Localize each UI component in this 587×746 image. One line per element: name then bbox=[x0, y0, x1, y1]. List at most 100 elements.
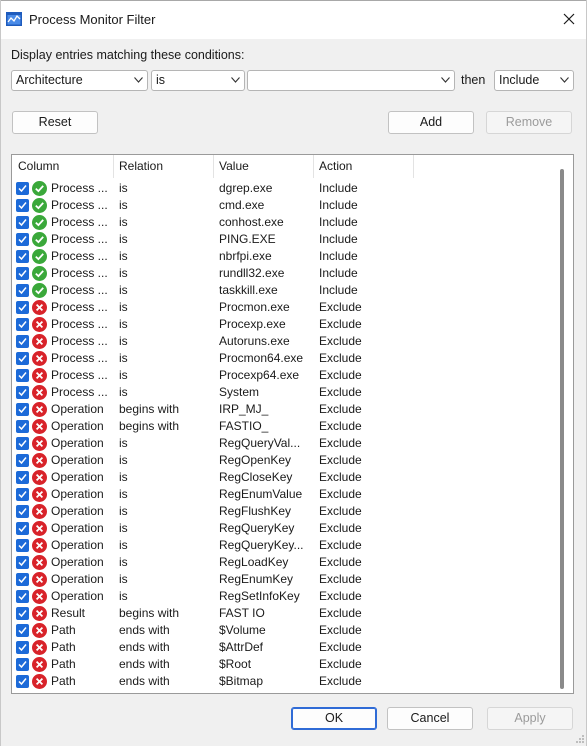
row-checkbox[interactable] bbox=[16, 250, 29, 263]
filter-row[interactable]: Process ... is PING.EXE Include bbox=[12, 231, 557, 248]
row-checkbox[interactable] bbox=[16, 641, 29, 654]
vertical-scrollbar[interactable] bbox=[560, 169, 565, 691]
row-value-cell: PING.EXE bbox=[219, 232, 276, 246]
filter-row[interactable]: Operation is RegQueryKey... Exclude bbox=[12, 537, 557, 554]
row-checkbox[interactable] bbox=[16, 386, 29, 399]
filter-row[interactable]: Process ... is taskkill.exe Include bbox=[12, 282, 557, 299]
filter-row[interactable]: Operation is RegEnumValue Exclude bbox=[12, 486, 557, 503]
filter-row[interactable]: Process ... is Procmon64.exe Exclude bbox=[12, 350, 557, 367]
filter-row[interactable]: Process ... is Procexp.exe Exclude bbox=[12, 316, 557, 333]
row-action-cell: Exclude bbox=[319, 351, 362, 365]
filter-row[interactable]: Process ... is Procmon.exe Exclude bbox=[12, 299, 557, 316]
filter-row[interactable]: Operation is RegQueryKey Exclude bbox=[12, 520, 557, 537]
row-checkbox[interactable] bbox=[16, 624, 29, 637]
row-column-cell: Operation bbox=[51, 521, 104, 535]
row-checkbox[interactable] bbox=[16, 318, 29, 331]
row-value-cell: $Root bbox=[219, 657, 252, 671]
row-column-cell: Process ... bbox=[51, 368, 108, 382]
filter-row[interactable]: Process ... is System Exclude bbox=[12, 384, 557, 401]
cancel-button[interactable]: Cancel bbox=[387, 707, 473, 730]
remove-button[interactable]: Remove bbox=[486, 111, 572, 134]
action-select[interactable]: Include bbox=[494, 70, 574, 91]
value-combobox[interactable] bbox=[247, 70, 455, 91]
row-checkbox[interactable] bbox=[16, 284, 29, 297]
filter-row[interactable]: Process ... is rundll32.exe Include bbox=[12, 265, 557, 282]
row-checkbox[interactable] bbox=[16, 471, 29, 484]
row-checkbox[interactable] bbox=[16, 488, 29, 501]
filter-row[interactable]: Operation is RegLoadKey Exclude bbox=[12, 554, 557, 571]
filter-row[interactable]: Process ... is cmd.exe Include bbox=[12, 197, 557, 214]
reset-button[interactable]: Reset bbox=[12, 111, 98, 134]
filter-row[interactable]: Operation is RegCloseKey Exclude bbox=[12, 469, 557, 486]
ok-button[interactable]: OK bbox=[291, 707, 377, 730]
header-value[interactable]: Value bbox=[213, 155, 313, 178]
header-relation[interactable]: Relation bbox=[113, 155, 213, 178]
filter-row[interactable]: Operation is RegFlushKey Exclude bbox=[12, 503, 557, 520]
row-relation-cell: begins with bbox=[119, 606, 180, 620]
row-relation-cell: is bbox=[119, 436, 128, 450]
row-checkbox[interactable] bbox=[16, 539, 29, 552]
row-checkbox[interactable] bbox=[16, 522, 29, 535]
header-action[interactable]: Action bbox=[313, 155, 413, 178]
filter-list[interactable]: Column Relation Value Action Process ...… bbox=[11, 154, 574, 694]
filter-row[interactable]: Path ends with $Volume Exclude bbox=[12, 622, 557, 639]
row-value-cell: RegLoadKey bbox=[219, 555, 289, 569]
row-checkbox[interactable] bbox=[16, 590, 29, 603]
filter-row[interactable]: Path ends with $Bitmap Exclude bbox=[12, 673, 557, 690]
filter-row[interactable]: Process ... is conhost.exe Include bbox=[12, 214, 557, 231]
filter-row[interactable]: Process ... is nbrfpi.exe Include bbox=[12, 248, 557, 265]
filter-row[interactable]: Operation is RegEnumKey Exclude bbox=[12, 571, 557, 588]
filter-row[interactable]: Operation begins with FASTIO_ Exclude bbox=[12, 418, 557, 435]
row-column-cell: Process ... bbox=[51, 198, 108, 212]
filter-row[interactable]: Path ends with $AttrDef Exclude bbox=[12, 639, 557, 656]
row-checkbox[interactable] bbox=[16, 352, 29, 365]
filter-row[interactable]: Process ... is Procexp64.exe Exclude bbox=[12, 367, 557, 384]
relation-select[interactable]: is bbox=[151, 70, 245, 91]
resize-grip-icon[interactable] bbox=[575, 734, 585, 744]
row-checkbox[interactable] bbox=[16, 301, 29, 314]
row-checkbox[interactable] bbox=[16, 454, 29, 467]
row-checkbox[interactable] bbox=[16, 335, 29, 348]
row-checkbox[interactable] bbox=[16, 199, 29, 212]
close-button[interactable] bbox=[557, 7, 581, 31]
checkmark-icon bbox=[18, 372, 27, 380]
row-checkbox[interactable] bbox=[16, 556, 29, 569]
row-checkbox[interactable] bbox=[16, 403, 29, 416]
filter-row[interactable]: Operation is RegSetInfoKey Exclude bbox=[12, 588, 557, 605]
row-column-cell: Operation bbox=[51, 504, 104, 518]
row-relation-cell: is bbox=[119, 572, 128, 586]
row-checkbox[interactable] bbox=[16, 420, 29, 433]
conditions-caption: Display entries matching these condition… bbox=[11, 48, 245, 62]
column-select[interactable]: Architecture bbox=[11, 70, 148, 91]
row-checkbox[interactable] bbox=[16, 233, 29, 246]
filter-row[interactable]: Result begins with FAST IO Exclude bbox=[12, 605, 557, 622]
row-checkbox[interactable] bbox=[16, 573, 29, 586]
row-checkbox[interactable] bbox=[16, 437, 29, 450]
filter-row[interactable]: Operation begins with IRP_MJ_ Exclude bbox=[12, 401, 557, 418]
header-column[interactable]: Column bbox=[12, 155, 113, 178]
filter-row[interactable]: Operation is RegOpenKey Exclude bbox=[12, 452, 557, 469]
row-checkbox[interactable] bbox=[16, 267, 29, 280]
add-button[interactable]: Add bbox=[388, 111, 474, 134]
row-checkbox[interactable] bbox=[16, 369, 29, 382]
filter-row[interactable]: Process ... is Autoruns.exe Exclude bbox=[12, 333, 557, 350]
apply-button[interactable]: Apply bbox=[487, 707, 573, 730]
filter-row[interactable]: Operation is RegQueryVal... Exclude bbox=[12, 435, 557, 452]
scrollbar-thumb[interactable] bbox=[560, 169, 564, 689]
row-relation-cell: is bbox=[119, 351, 128, 365]
row-relation-cell: ends with bbox=[119, 623, 170, 637]
row-checkbox[interactable] bbox=[16, 658, 29, 671]
row-checkbox[interactable] bbox=[16, 607, 29, 620]
row-relation-cell: ends with bbox=[119, 640, 170, 654]
row-value-cell: RegQueryKey... bbox=[219, 538, 304, 552]
row-checkbox[interactable] bbox=[16, 675, 29, 688]
checkmark-icon bbox=[18, 389, 27, 397]
row-relation-cell: is bbox=[119, 232, 128, 246]
row-action-cell: Exclude bbox=[319, 538, 362, 552]
filter-row[interactable]: Process ... is dgrep.exe Include bbox=[12, 180, 557, 197]
row-action-cell: Exclude bbox=[319, 300, 362, 314]
row-checkbox[interactable] bbox=[16, 182, 29, 195]
row-checkbox[interactable] bbox=[16, 216, 29, 229]
row-checkbox[interactable] bbox=[16, 505, 29, 518]
filter-row[interactable]: Path ends with $Root Exclude bbox=[12, 656, 557, 673]
